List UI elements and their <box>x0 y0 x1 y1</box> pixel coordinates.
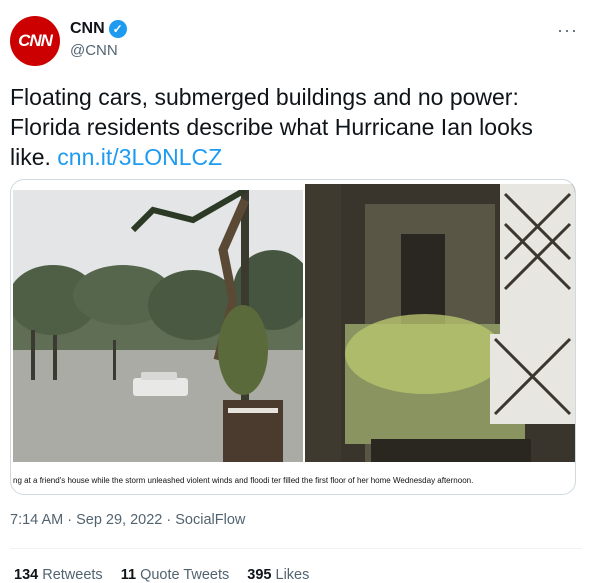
retweets-count: 134 <box>14 567 39 583</box>
tweet-header: CNN CNN ✓ @CNN ··· <box>10 14 582 68</box>
flooded-hallway-photo[interactable] <box>305 184 575 462</box>
likes-count: 395 <box>247 567 272 583</box>
author-display-name[interactable]: CNN ✓ <box>70 20 127 38</box>
quotes-count: 11 <box>120 567 137 583</box>
flooded-street-illustration <box>13 190 303 462</box>
author-names: CNN ✓ @CNN <box>70 20 127 59</box>
media-caption: ng at a friend's house while the storm u… <box>13 476 474 485</box>
avatar-logo-text: CNN <box>18 31 53 50</box>
quote-tweets-stat[interactable]: 11 Quote Tweets <box>121 567 230 583</box>
retweets-stat[interactable]: 134 Retweets <box>14 567 103 583</box>
divider <box>10 548 582 549</box>
likes-stat[interactable]: 395 Likes <box>247 567 309 583</box>
display-name-text: CNN <box>70 20 105 37</box>
tweet-source[interactable]: SocialFlow <box>175 512 245 528</box>
meta-separator: · <box>166 512 176 528</box>
quotes-label: Quote Tweets <box>140 567 230 583</box>
tweet-text: Floating cars, submerged buildings and n… <box>10 82 580 172</box>
verified-badge-icon: ✓ <box>108 20 127 38</box>
avatar[interactable]: CNN <box>10 16 60 66</box>
tweet-link[interactable]: cnn.it/3LONLCZ <box>57 144 222 170</box>
tweet-time[interactable]: 7:14 AM <box>10 512 63 528</box>
retweets-label: Retweets <box>42 567 103 583</box>
media-card[interactable]: ng at a friend's house while the storm u… <box>10 179 576 495</box>
tweet-date[interactable]: Sep 29, 2022 <box>76 512 162 528</box>
meta-separator: · <box>67 512 77 528</box>
tweet-stats: 134 Retweets 11 Quote Tweets 395 Likes <box>14 567 309 583</box>
flooded-street-photo[interactable] <box>13 190 303 462</box>
more-options-icon[interactable]: ··· <box>557 20 578 41</box>
tweet-meta: 7:14 AM · Sep 29, 2022 · SocialFlow <box>10 512 245 528</box>
likes-label: Likes <box>275 567 310 583</box>
author-handle[interactable]: @CNN <box>70 42 127 59</box>
flooded-hallway-illustration <box>305 184 575 462</box>
